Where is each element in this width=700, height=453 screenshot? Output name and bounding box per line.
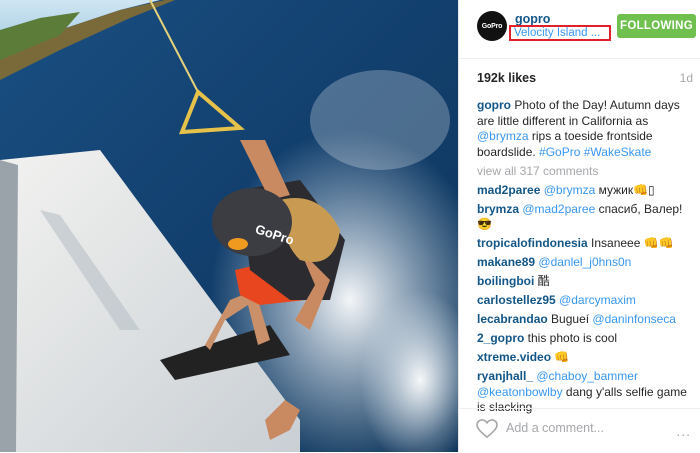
comment-text: 酷 [534, 274, 550, 288]
comment-mention[interactable]: @chaboy_bammer [536, 369, 638, 383]
add-comment-input[interactable]: Add a comment... [506, 421, 604, 435]
comment-mention[interactable]: @keatonbowlby [477, 385, 563, 399]
following-button[interactable]: FOLLOWING [617, 14, 696, 38]
location-link[interactable]: Velocity Island ... [514, 27, 600, 39]
post-header: GoPro gopro Velocity Island ... FOLLOWIN… [459, 0, 700, 59]
more-options-icon[interactable]: ... [676, 423, 691, 439]
comment: xtreme.video 👊 [477, 350, 691, 366]
post-photo[interactable]: GoPro [0, 0, 458, 452]
caption-mention[interactable]: @brymza [477, 129, 529, 143]
comment: boilingboi 酷 [477, 274, 691, 290]
comment: makane89 @danlel_j0hns0n [477, 255, 691, 271]
comment-username[interactable]: mad2paree [477, 183, 540, 197]
comment: mad2paree @brymza мужик👊▯ [477, 183, 691, 199]
wakeskate-photo: GoPro [0, 0, 458, 452]
comment-username[interactable]: brymza [477, 202, 519, 216]
comments-list: gopro Photo of the Day! Autumn days are … [477, 98, 691, 419]
comment: carlostellez95 @darcymaxim [477, 293, 691, 309]
comment-text: 👊 [551, 350, 570, 364]
comment-username[interactable]: 2_gopro [477, 331, 524, 345]
avatar[interactable]: GoPro [477, 11, 507, 41]
comment-mention[interactable]: @danlel_j0hns0n [538, 255, 631, 269]
heart-icon[interactable] [476, 419, 498, 439]
comment-mention[interactable]: @daninfonseca [592, 312, 676, 326]
comment-text: Insaneee 👊👊 [587, 236, 674, 250]
gopro-logo-text: GoPro [481, 22, 503, 30]
comment-text: мужик👊▯ [595, 182, 655, 197]
instagram-post: GoPro GoPro gopro Velocity Island ... FO… [0, 0, 700, 452]
comment-mention[interactable]: @brymza [544, 183, 596, 197]
hashtag-wakeskate[interactable]: #WakeSkate [584, 145, 652, 159]
comment-username[interactable]: tropicalofindonesia [477, 236, 588, 250]
comment-username[interactable]: boilingboi [477, 274, 534, 288]
hashtag-gopro[interactable]: #GoPro [539, 145, 580, 159]
comment-username[interactable]: carlostellez95 [477, 293, 556, 307]
comment-username[interactable]: ryanjhall_ [477, 369, 533, 383]
comment-mention[interactable]: @mad2paree [522, 202, 595, 216]
comment: brymza @mad2paree спасиб, Валер! 😎 [477, 202, 691, 233]
comment-username[interactable]: xtreme.video [477, 350, 551, 364]
likes-count[interactable]: 192k likes [477, 71, 536, 85]
comment: lecabrandao Bugueí @daninfonseca [477, 312, 691, 328]
post-sidebar: GoPro gopro Velocity Island ... FOLLOWIN… [458, 0, 700, 452]
comment-username[interactable]: lecabrandao [477, 312, 548, 326]
caption: gopro Photo of the Day! Autumn days are … [477, 98, 691, 160]
username-link[interactable]: gopro [515, 12, 550, 26]
comment: 2_gopro this photo is cool [477, 331, 691, 347]
view-all-comments-link[interactable]: view all 317 comments [477, 164, 691, 180]
add-comment-row: Add a comment... ... [459, 408, 700, 453]
caption-username[interactable]: gopro [477, 98, 511, 112]
comment-text: Bugueí [547, 312, 593, 326]
comment-mention[interactable]: @darcymaxim [559, 293, 636, 307]
comment-text: this photo is cool [524, 331, 618, 345]
post-stats: 192k likes 1d [477, 71, 693, 85]
comment-username[interactable]: makane89 [477, 255, 535, 269]
comment: tropicalofindonesia Insaneee 👊👊 [477, 236, 691, 252]
post-age[interactable]: 1d [680, 71, 693, 85]
